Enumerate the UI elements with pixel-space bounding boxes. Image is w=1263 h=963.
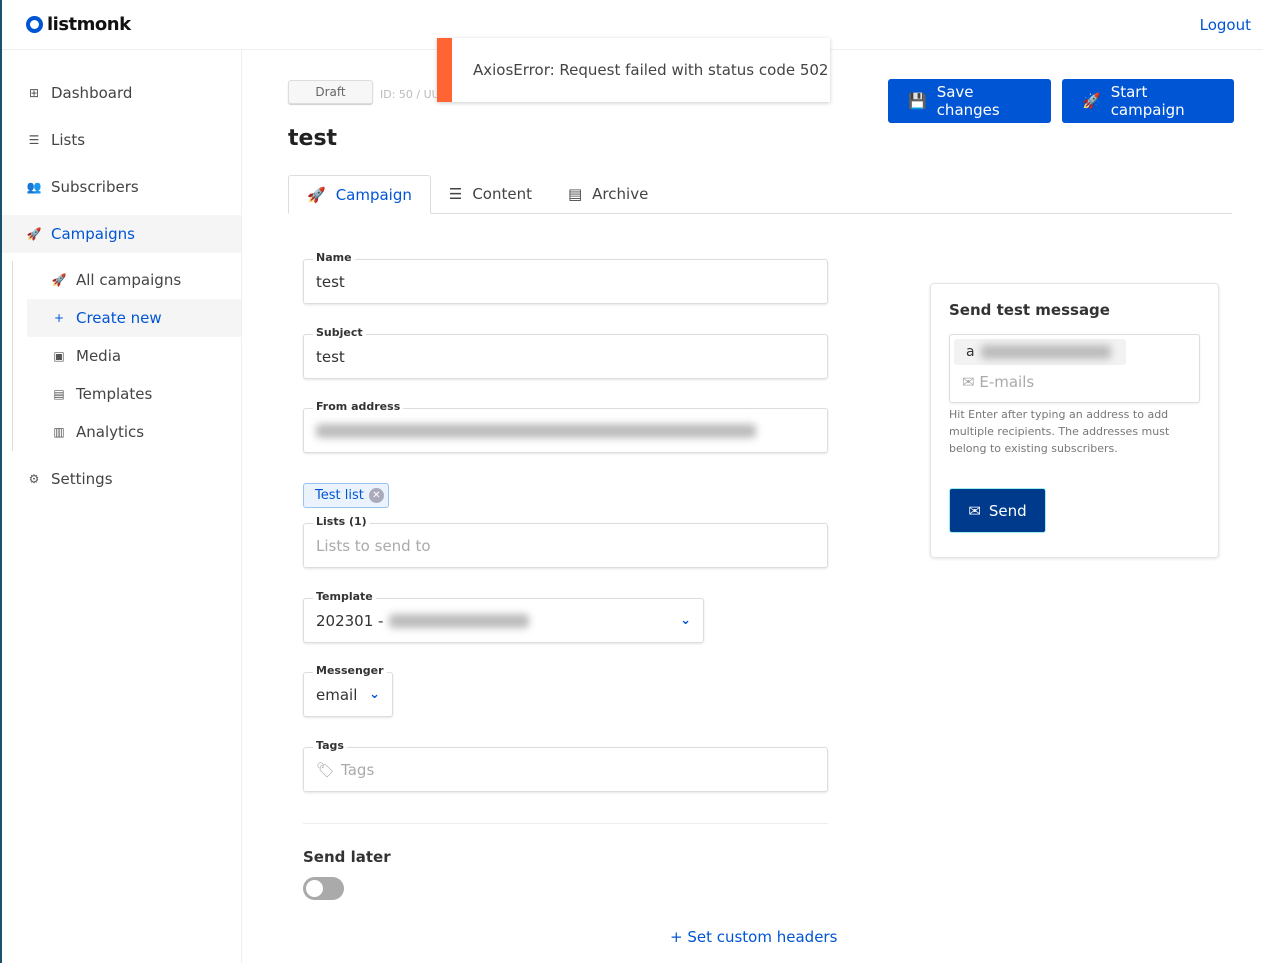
emails-input[interactable]: a ✉ E-mails [949, 334, 1200, 403]
redacted-text [980, 345, 1111, 359]
error-toast: AxiosError: Request failed with status c… [437, 38, 830, 102]
rocket-icon: 🚀 [307, 185, 326, 204]
rocket-icon: 🚀 [1082, 92, 1101, 110]
sidebar-item-all-campaigns[interactable]: 🚀 All campaigns [27, 261, 241, 299]
send-button[interactable]: ✉ Send [949, 488, 1046, 533]
sidebar-item-subscribers[interactable]: 👥 Subscribers [2, 168, 241, 206]
name-field: Name test [303, 251, 828, 304]
send-later-label: Send later [303, 848, 391, 866]
users-icon: 👥 [26, 180, 42, 194]
from-field: From address [303, 400, 828, 453]
tab-campaign[interactable]: 🚀 Campaign [288, 175, 431, 214]
template-select[interactable]: 202301 - ⌄ [303, 598, 704, 643]
file-icon: ▤ [53, 387, 65, 401]
lists-input[interactable]: Lists to send to [303, 523, 828, 568]
page-title: test [288, 126, 338, 151]
sidebar-item-media[interactable]: ▣ Media [27, 337, 241, 375]
lists-field: Lists (1) Lists to send to [303, 515, 828, 568]
plus-icon: + [53, 311, 65, 325]
logo[interactable]: listmonk [26, 14, 131, 35]
redacted-text [389, 613, 530, 628]
from-input[interactable] [303, 408, 828, 453]
archive-icon: ▤ [567, 185, 583, 203]
tags-input[interactable]: 🏷 Tags [303, 747, 828, 792]
messenger-select[interactable]: email ⌄ [303, 672, 393, 717]
main-content: Draft ID: 50 / UU test 💾 Save changes 🚀 St… [258, 50, 1263, 963]
align-icon: ☰ [448, 185, 463, 203]
name-input[interactable]: test [303, 259, 828, 304]
sidebar-item-create-new[interactable]: + Create new [27, 299, 241, 337]
close-icon[interactable]: ✕ [368, 488, 384, 503]
sidebar-item-campaigns[interactable]: 🚀 Campaigns [2, 215, 241, 253]
save-button[interactable]: 💾 Save changes [888, 79, 1051, 123]
subject-input[interactable]: test [303, 334, 828, 379]
tag-icon: 🏷 [316, 760, 336, 779]
help-text: Hit Enter after typing an address to add… [949, 408, 1170, 455]
sidebar-item-analytics[interactable]: ▥ Analytics [27, 413, 241, 451]
gear-icon: ⚙ [28, 472, 40, 486]
logo-icon [26, 16, 43, 33]
sidebar-item-templates[interactable]: ▤ Templates [27, 375, 241, 413]
list-tag: Test list ✕ [303, 483, 389, 508]
redacted-text [316, 423, 756, 438]
sidebar-item-lists[interactable]: ☰ Lists [2, 121, 241, 159]
save-icon: 💾 [908, 92, 927, 110]
campaign-id: ID: 50 / UU [380, 88, 440, 101]
messenger-field: Messenger email ⌄ [303, 664, 393, 717]
start-campaign-button[interactable]: 🚀 Start campaign [1062, 79, 1234, 123]
rocket-icon: 🚀 [26, 227, 42, 241]
send-test-card: Send test message a ✉ E-mails Hit Enter … [930, 283, 1219, 558]
tags-field: Tags 🏷 Tags [303, 739, 828, 792]
mail-icon: ✉ [968, 501, 981, 520]
list-icon: ☰ [28, 133, 40, 147]
tabs: 🚀 Campaign ☰ Content ▤ Archive [288, 175, 1232, 214]
template-field: Template 202301 - ⌄ [303, 590, 704, 643]
send-later-toggle[interactable] [303, 877, 344, 900]
chevron-down-icon: ⌄ [369, 687, 380, 702]
chevron-down-icon: ⌄ [680, 613, 691, 628]
logout-link[interactable]: Logout [1200, 16, 1251, 34]
subject-field: Subject test [303, 326, 828, 379]
divider [303, 823, 828, 824]
sidebar: ⊞ Dashboard ☰ Lists 👥 Subscribers 🚀 Campaign… [2, 50, 242, 963]
mail-icon: ✉ [962, 373, 975, 391]
status-badge: Draft [288, 80, 373, 104]
chart-icon: ▥ [53, 425, 65, 439]
sidebar-item-dashboard[interactable]: ⊞ Dashboard [2, 74, 241, 112]
image-icon: ▣ [53, 349, 65, 363]
dashboard-icon: ⊞ [28, 86, 40, 100]
campaigns-submenu: 🚀 All campaigns + Create new ▣ Media ▤ Templ… [12, 261, 241, 451]
rocket-icon: 🚀 [51, 273, 67, 287]
custom-headers-link[interactable]: + Set custom headers [670, 928, 837, 946]
email-chip: a [954, 339, 1126, 365]
tab-content[interactable]: ☰ Content [431, 175, 550, 213]
tab-archive[interactable]: ▤ Archive [550, 175, 666, 213]
sidebar-item-settings[interactable]: ⚙ Settings [2, 460, 241, 498]
